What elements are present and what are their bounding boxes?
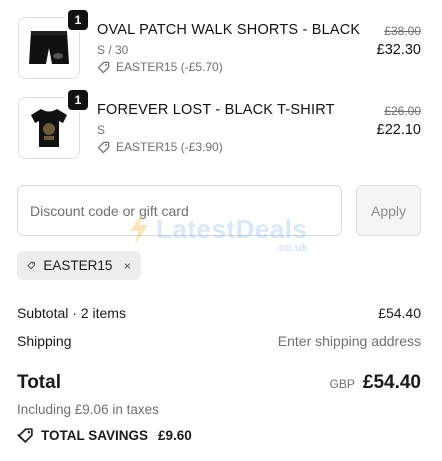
tshirt-image <box>31 109 67 147</box>
product-variant: S / 30 <box>97 43 129 57</box>
quantity-badge: 1 <box>66 88 90 112</box>
shorts-image <box>29 31 69 64</box>
total-savings: TOTAL SAVINGS £9.60 <box>17 427 192 444</box>
applied-discount-chip: EASTER15 <box>17 251 141 280</box>
taxes-note: Including £9.06 in taxes <box>17 402 159 417</box>
apply-button[interactable]: Apply <box>356 185 421 236</box>
shipping-value: Enter shipping address <box>277 333 421 349</box>
currency-code: GBP <box>329 377 355 391</box>
discount-label: EASTER15 (-£5.70) <box>116 60 223 74</box>
product-variant: S <box>97 123 106 137</box>
original-price: £26.00 <box>384 104 421 118</box>
lightning-icon <box>130 213 148 245</box>
savings-label: TOTAL SAVINGS <box>41 428 149 443</box>
watermark-subtext: .co.uk <box>275 242 308 254</box>
product-discount: EASTER15 (-£3.90) <box>97 140 223 154</box>
total-label: Total <box>17 372 61 393</box>
subtotal-value: £54.40 <box>378 305 421 321</box>
total-value: £54.40 <box>362 372 421 393</box>
applied-code-label: EASTER15 <box>43 258 113 273</box>
line-price: £22.10 <box>376 122 421 138</box>
total-amount: GBP £54.40 <box>330 372 421 394</box>
tag-icon <box>97 141 110 153</box>
savings-value: £9.60 <box>158 428 192 443</box>
original-price: £38.00 <box>384 24 421 38</box>
quantity-badge: 1 <box>66 8 90 32</box>
discount-label: EASTER15 (-£3.90) <box>116 140 223 154</box>
close-icon[interactable] <box>124 260 131 272</box>
shipping-label: Shipping <box>17 333 72 349</box>
line-price: £32.30 <box>376 42 421 58</box>
subtotal-label: Subtotal · 2 items <box>17 305 126 321</box>
savings-tag-icon <box>17 428 33 443</box>
product-name: OVAL PATCH WALK SHORTS - BLACK <box>97 22 361 38</box>
product-discount: EASTER15 (-£5.70) <box>97 60 223 74</box>
tag-icon <box>27 261 35 270</box>
tag-icon <box>97 61 110 73</box>
product-name: FOREVER LOST - BLACK T-SHIRT <box>97 102 335 118</box>
watermark-logo: LatestDeals .co.uk <box>128 212 307 254</box>
watermark-text: LatestDeals <box>156 214 308 244</box>
